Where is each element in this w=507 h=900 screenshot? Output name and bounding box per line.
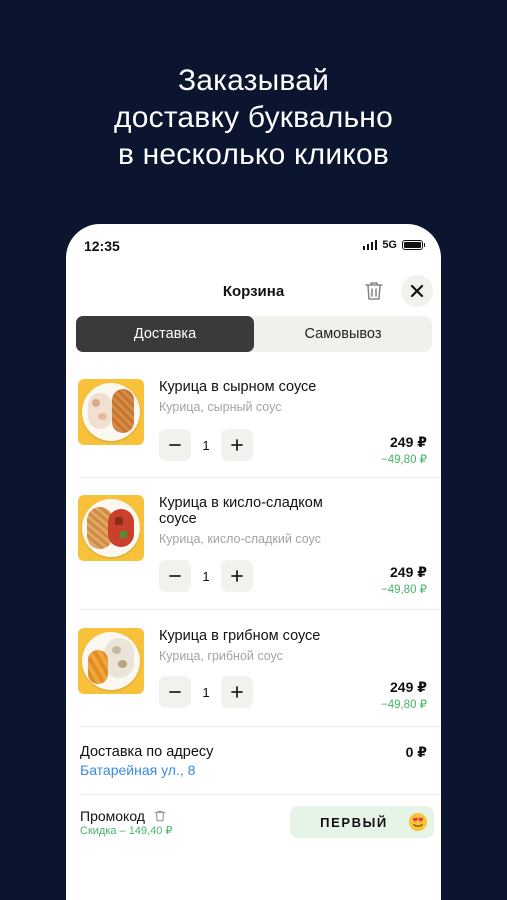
- item-image[interactable]: [78, 379, 144, 445]
- item-name: Курица в кисло-сладком соусе: [159, 495, 323, 527]
- quantity-stepper: 1: [159, 676, 253, 708]
- item-price: 249 ₽: [390, 564, 427, 580]
- clear-cart-button[interactable]: [362, 279, 386, 303]
- quantity-stepper: 1: [159, 560, 253, 592]
- increase-quantity-button[interactable]: [221, 676, 253, 708]
- promo-code-field[interactable]: ПЕРВЫЙ: [290, 806, 434, 838]
- cart-item: Курица в грибном соусе Курица, грибной с…: [66, 628, 441, 728]
- plus-icon: [231, 439, 243, 451]
- status-indicators: 5G: [362, 239, 425, 251]
- item-price: 249 ₽: [390, 434, 427, 450]
- promo-label: Промокод: [80, 808, 145, 824]
- decrease-quantity-button[interactable]: [159, 429, 191, 461]
- status-bar: 12:35 5G: [84, 238, 425, 254]
- item-name: Курица в сырном соусе: [159, 379, 317, 395]
- promo-headline-line-2: доставку буквально: [114, 101, 393, 134]
- item-description: Курица, сырный соус: [159, 400, 282, 414]
- item-name: Курица в грибном соусе: [159, 628, 321, 644]
- phone-screen: 12:35 5G Корзина Доставка Самовывоз Кури…: [66, 224, 441, 900]
- minus-icon: [169, 444, 181, 446]
- cart-item: Курица в сырном соусе Курица, сырный соу…: [66, 379, 441, 479]
- quantity-value: 1: [202, 437, 210, 453]
- delivery-address-link[interactable]: Батарейная ул., 8: [80, 762, 195, 778]
- item-description: Курица, грибной соус: [159, 649, 283, 663]
- delivery-label: Доставка по адресу: [80, 744, 214, 760]
- promo-headline-line-1: Заказывай: [177, 64, 330, 97]
- close-icon: [410, 284, 424, 298]
- item-discount: −49,80 ₽: [380, 584, 427, 596]
- promo-discount: Скидка – 149,40 ₽: [80, 825, 173, 837]
- divider: [80, 726, 441, 727]
- decrease-quantity-button[interactable]: [159, 676, 191, 708]
- item-price: 249 ₽: [390, 679, 427, 695]
- quantity-value: 1: [202, 568, 210, 584]
- promo-headline: Заказывай доставку буквально в несколько…: [0, 62, 507, 173]
- quantity-stepper: 1: [159, 429, 253, 461]
- item-description: Курица, кисло-сладкий соус: [159, 532, 321, 546]
- divider: [80, 609, 441, 610]
- battery-icon: [402, 240, 425, 250]
- delivery-price: 0 ₽: [405, 744, 427, 760]
- divider: [80, 794, 441, 795]
- signal-icon: [362, 240, 378, 250]
- trash-icon[interactable]: [153, 808, 167, 824]
- item-image[interactable]: [78, 495, 144, 561]
- minus-icon: [169, 691, 181, 693]
- plus-icon: [231, 686, 243, 698]
- tab-pickup[interactable]: Самовывоз: [254, 316, 432, 352]
- divider: [80, 477, 441, 478]
- smiling-face-with-hearts-icon: [409, 813, 427, 831]
- increase-quantity-button[interactable]: [221, 429, 253, 461]
- status-time: 12:35: [84, 238, 120, 254]
- promo-headline-line-3: в несколько кликов: [117, 138, 390, 171]
- minus-icon: [169, 575, 181, 577]
- tab-delivery[interactable]: Доставка: [76, 316, 254, 352]
- decrease-quantity-button[interactable]: [159, 560, 191, 592]
- delivery-mode-tabs: Доставка Самовывоз: [76, 316, 432, 352]
- item-discount: −49,80 ₽: [380, 699, 427, 711]
- promo-label-row: Промокод: [80, 808, 167, 824]
- quantity-value: 1: [202, 684, 210, 700]
- cart-header: Корзина: [66, 274, 441, 308]
- plus-icon: [231, 570, 243, 582]
- cart-item: Курица в кисло-сладком соусе Курица, кис…: [66, 495, 441, 615]
- network-label: 5G: [382, 239, 397, 251]
- promo-code: ПЕРВЫЙ: [320, 814, 388, 830]
- item-image[interactable]: [78, 628, 144, 694]
- item-discount: −49,80 ₽: [380, 454, 427, 466]
- close-button[interactable]: [401, 275, 433, 307]
- trash-icon: [365, 282, 383, 300]
- increase-quantity-button[interactable]: [221, 560, 253, 592]
